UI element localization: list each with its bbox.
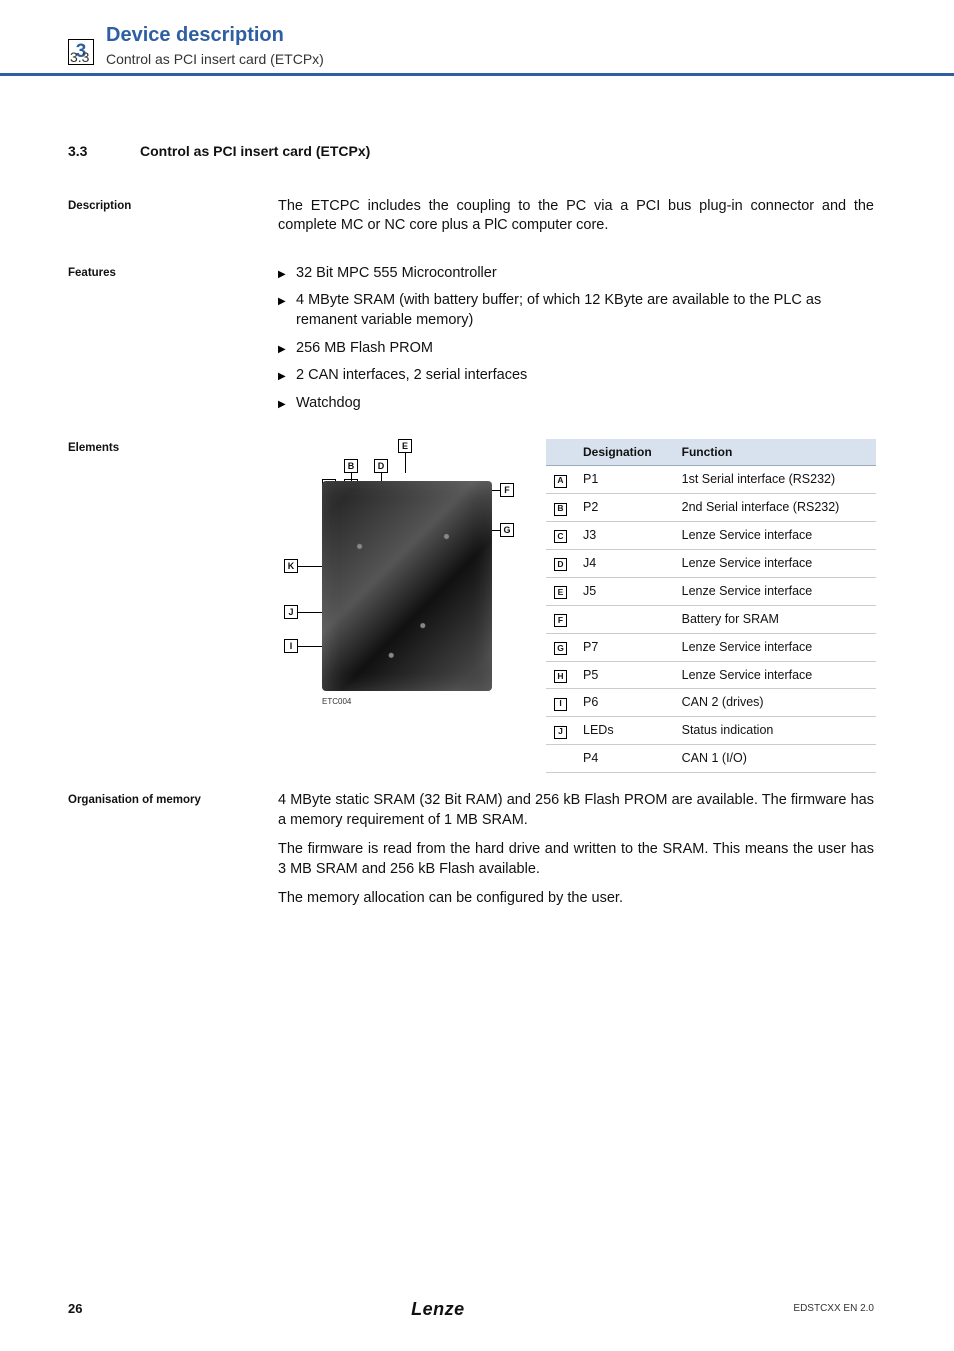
section-title: Control as PCI insert card (ETCPx)	[140, 142, 370, 161]
feature-item: Watchdog	[278, 394, 874, 414]
row-mark: A	[554, 475, 567, 488]
row-function: 2nd Serial interface (RS232)	[674, 494, 876, 522]
table-row: D J4Lenze Service interface	[546, 550, 876, 578]
table-row: J LEDsStatus indication	[546, 717, 876, 745]
features-label: Features	[68, 264, 278, 421]
row-mark: F	[554, 614, 567, 627]
description-text: The ETCPC includes the coupling to the P…	[278, 197, 874, 236]
col-designation: Designation	[575, 439, 674, 466]
callout-J: J	[284, 605, 298, 619]
table-row: H P5Lenze Service interface	[546, 661, 876, 689]
row-mark: G	[554, 642, 567, 655]
row-mark: B	[554, 503, 567, 516]
pcb-photo	[322, 481, 492, 691]
page-header: 3 Device description Control as PCI inse…	[0, 0, 954, 76]
row-function: Lenze Service interface	[674, 522, 876, 550]
row-designation: P5	[575, 661, 674, 689]
row-function: Lenze Service interface	[674, 577, 876, 605]
row-designation: P4	[575, 745, 674, 773]
row-function: Status indication	[674, 717, 876, 745]
row-mark: I	[554, 698, 567, 711]
row-designation: P6	[575, 689, 674, 717]
callout-K: K	[284, 559, 298, 573]
row-function: Lenze Service interface	[674, 550, 876, 578]
callout-F: F	[500, 483, 514, 497]
row-designation: P7	[575, 633, 674, 661]
row-function: Lenze Service interface	[674, 633, 876, 661]
row-function: 1st Serial interface (RS232)	[674, 466, 876, 494]
row-designation	[575, 605, 674, 633]
chapter-title: Device description	[106, 22, 324, 49]
table-row: B P22nd Serial interface (RS232)	[546, 494, 876, 522]
col-function: Function	[674, 439, 876, 466]
features-list: 32 Bit MPC 555 Microcontroller 4 MByte S…	[278, 264, 874, 413]
table-row: F Battery for SRAM	[546, 605, 876, 633]
row-designation: P1	[575, 466, 674, 494]
row-mark: H	[554, 670, 567, 683]
callout-B: B	[344, 459, 358, 473]
header-subtitle: Control as PCI insert card (ETCPx)	[106, 50, 324, 69]
row-designation: P2	[575, 494, 674, 522]
row-mark: C	[554, 530, 567, 543]
callout-I: I	[284, 639, 298, 653]
table-row: P4CAN 1 (I/O)	[546, 745, 876, 773]
elements-table: Designation Function A P11st Serial inter…	[546, 439, 876, 773]
memory-p1: 4 MByte static SRAM (32 Bit RAM) and 256…	[278, 791, 874, 830]
table-row: I P6CAN 2 (drives)	[546, 689, 876, 717]
row-function: Lenze Service interface	[674, 661, 876, 689]
header-subsection-number: 3.3	[70, 48, 89, 67]
callout-E: E	[398, 439, 412, 453]
row-mark: D	[554, 558, 567, 571]
table-row: E J5Lenze Service interface	[546, 577, 876, 605]
section-number: 3.3	[68, 142, 106, 161]
memory-label: Organisation of memory	[68, 791, 278, 919]
row-designation: J3	[575, 522, 674, 550]
elements-label: Elements	[68, 439, 278, 773]
feature-item: 4 MByte SRAM (with battery buffer; of wh…	[278, 291, 874, 330]
table-row: C J3Lenze Service interface	[546, 522, 876, 550]
pcb-diagram: E B D A C F G K J I H	[278, 439, 528, 708]
table-row: A P11st Serial interface (RS232)	[546, 466, 876, 494]
table-row: G P7Lenze Service interface	[546, 633, 876, 661]
feature-item: 256 MB Flash PROM	[278, 339, 874, 359]
page-number: 26	[68, 1300, 82, 1318]
row-mark: J	[554, 726, 567, 739]
memory-p2: The firmware is read from the hard drive…	[278, 840, 874, 879]
section-heading: 3.3 Control as PCI insert card (ETCPx)	[68, 142, 874, 161]
row-function: CAN 1 (I/O)	[674, 745, 876, 773]
feature-item: 32 Bit MPC 555 Microcontroller	[278, 264, 874, 284]
memory-p3: The memory allocation can be configured …	[278, 889, 874, 909]
callout-D: D	[374, 459, 388, 473]
brand-logo: Lenze	[82, 1297, 793, 1321]
row-function: CAN 2 (drives)	[674, 689, 876, 717]
row-designation: J5	[575, 577, 674, 605]
row-designation: J4	[575, 550, 674, 578]
feature-item: 2 CAN interfaces, 2 serial interfaces	[278, 366, 874, 386]
document-id: EDSTCXX EN 2.0	[793, 1302, 874, 1316]
row-designation: LEDs	[575, 717, 674, 745]
row-function: Battery for SRAM	[674, 605, 876, 633]
callout-G: G	[500, 523, 514, 537]
page-footer: 26 Lenze EDSTCXX EN 2.0	[0, 1297, 954, 1321]
row-mark: E	[554, 586, 567, 599]
description-label: Description	[68, 197, 278, 246]
diagram-caption: ETC004	[322, 697, 528, 708]
